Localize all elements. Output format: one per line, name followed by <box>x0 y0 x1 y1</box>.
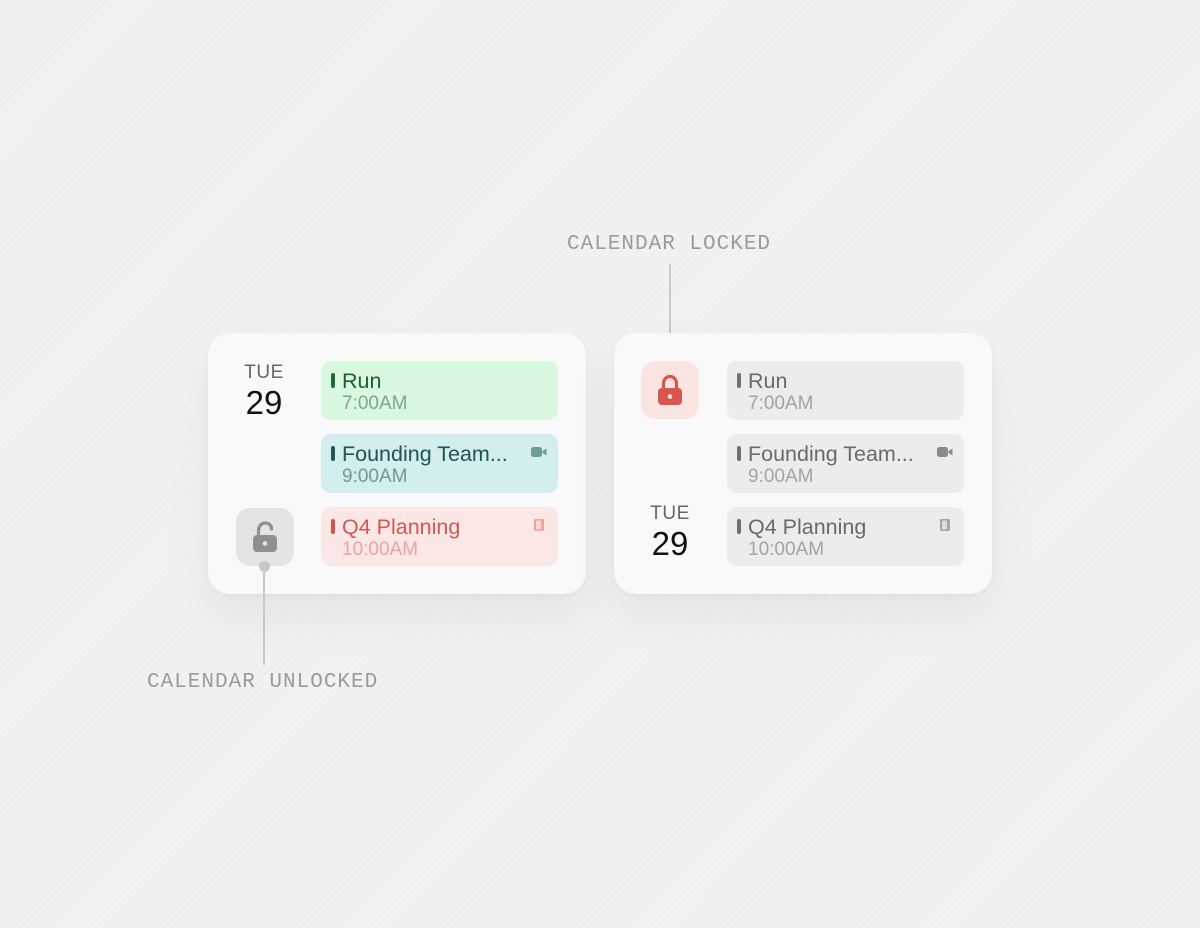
unlocked-callout-line <box>263 568 265 665</box>
event-founding-team[interactable]: Founding Team... 9:00AM <box>727 434 964 493</box>
event-color-bar <box>737 519 741 534</box>
door-icon <box>940 519 950 531</box>
video-icon <box>937 447 953 457</box>
event-color-bar <box>331 519 335 534</box>
event-color-bar <box>331 373 335 388</box>
event-color-bar <box>737 446 741 461</box>
event-title: Founding Team... <box>748 442 914 466</box>
calendar-widget-locked: Run 7:00AM Founding Team... 9:00AM Q4 Pl… <box>614 333 992 594</box>
day-number: 29 <box>245 384 283 421</box>
event-time: 10:00AM <box>342 539 419 560</box>
day-of-week: TUE <box>244 362 284 383</box>
lock-closed-icon <box>658 374 682 405</box>
event-title: Run <box>342 369 382 393</box>
unlock-toggle-button[interactable] <box>236 508 294 566</box>
lock-open-icon <box>253 521 277 552</box>
event-color-bar <box>331 446 335 461</box>
event-title: Founding Team... <box>342 442 508 466</box>
date-block: TUE 29 <box>635 503 705 563</box>
event-title: Run <box>748 369 788 393</box>
video-icon <box>531 447 547 457</box>
calendar-unlocked-label: CALENDAR UNLOCKED <box>147 671 379 694</box>
lock-toggle-button[interactable] <box>641 361 699 419</box>
date-block: TUE 29 <box>229 362 299 422</box>
event-founding-team[interactable]: Founding Team... 9:00AM <box>321 434 558 493</box>
event-title: Q4 Planning <box>342 515 461 539</box>
day-of-week: TUE <box>650 503 690 524</box>
door-icon <box>534 519 544 531</box>
day-number: 29 <box>651 525 689 562</box>
event-time: 7:00AM <box>342 393 408 414</box>
event-time: 10:00AM <box>748 539 825 560</box>
event-time: 7:00AM <box>748 393 814 414</box>
calendar-widget-unlocked: TUE 29 Run 7:00AM Founding Team... 9:00A… <box>208 333 586 594</box>
event-title: Q4 Planning <box>748 515 867 539</box>
event-run[interactable]: Run 7:00AM <box>727 361 964 420</box>
event-time: 9:00AM <box>342 466 408 487</box>
event-q4-planning[interactable]: Q4 Planning 10:00AM <box>321 507 558 566</box>
event-run[interactable]: Run 7:00AM <box>321 361 558 420</box>
calendar-locked-label: CALENDAR LOCKED <box>567 233 772 256</box>
event-time: 9:00AM <box>748 466 814 487</box>
event-q4-planning[interactable]: Q4 Planning 10:00AM <box>727 507 964 566</box>
event-color-bar <box>737 373 741 388</box>
